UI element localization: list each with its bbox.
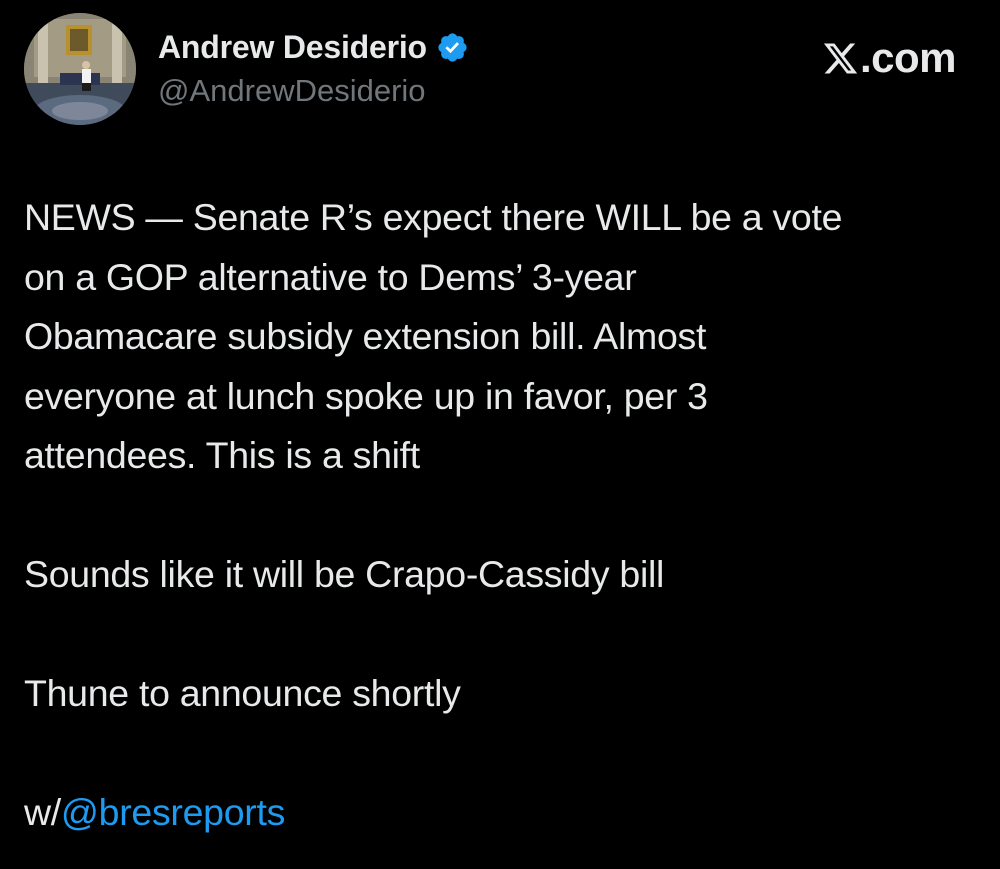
site-badge: .com xyxy=(822,34,957,82)
avatar-photo xyxy=(24,13,136,125)
author-name-row: Andrew Desiderio xyxy=(158,27,469,67)
tweet-line: Thune to announce shortly xyxy=(24,672,461,714)
tweet-text: NEWS — Senate R’s expect there WILL be a… xyxy=(24,188,974,843)
tweet-line: on a GOP alternative to Dems’ 3-year xyxy=(24,255,637,298)
avatar[interactable] xyxy=(24,13,136,125)
x-logo-icon xyxy=(822,40,859,77)
tweet-line: NEWS — Senate R’s expect there WILL be a… xyxy=(24,196,843,238)
mention-link[interactable]: @bresreports xyxy=(61,791,285,833)
display-name[interactable]: Andrew Desiderio xyxy=(158,29,427,66)
tweet-line: everyone at lunch spoke up in favor, per… xyxy=(24,374,708,417)
site-domain-text: .com xyxy=(859,34,957,81)
mention-prefix: w/ xyxy=(24,791,61,833)
verified-badge-icon xyxy=(436,31,469,64)
tweet-card: Andrew Desiderio @AndrewDesiderio .com N… xyxy=(0,0,1000,869)
tweet-line: Obamacare subsidy extension bill. Almost xyxy=(24,315,707,357)
tweet-line-mention: w/@bresreports xyxy=(24,783,974,843)
author-handle[interactable]: @AndrewDesiderio xyxy=(158,73,426,109)
tweet-line: Sounds like it will be Crapo-Cassidy bil… xyxy=(24,553,665,595)
tweet-line: attendees. This is a shift xyxy=(24,434,420,476)
